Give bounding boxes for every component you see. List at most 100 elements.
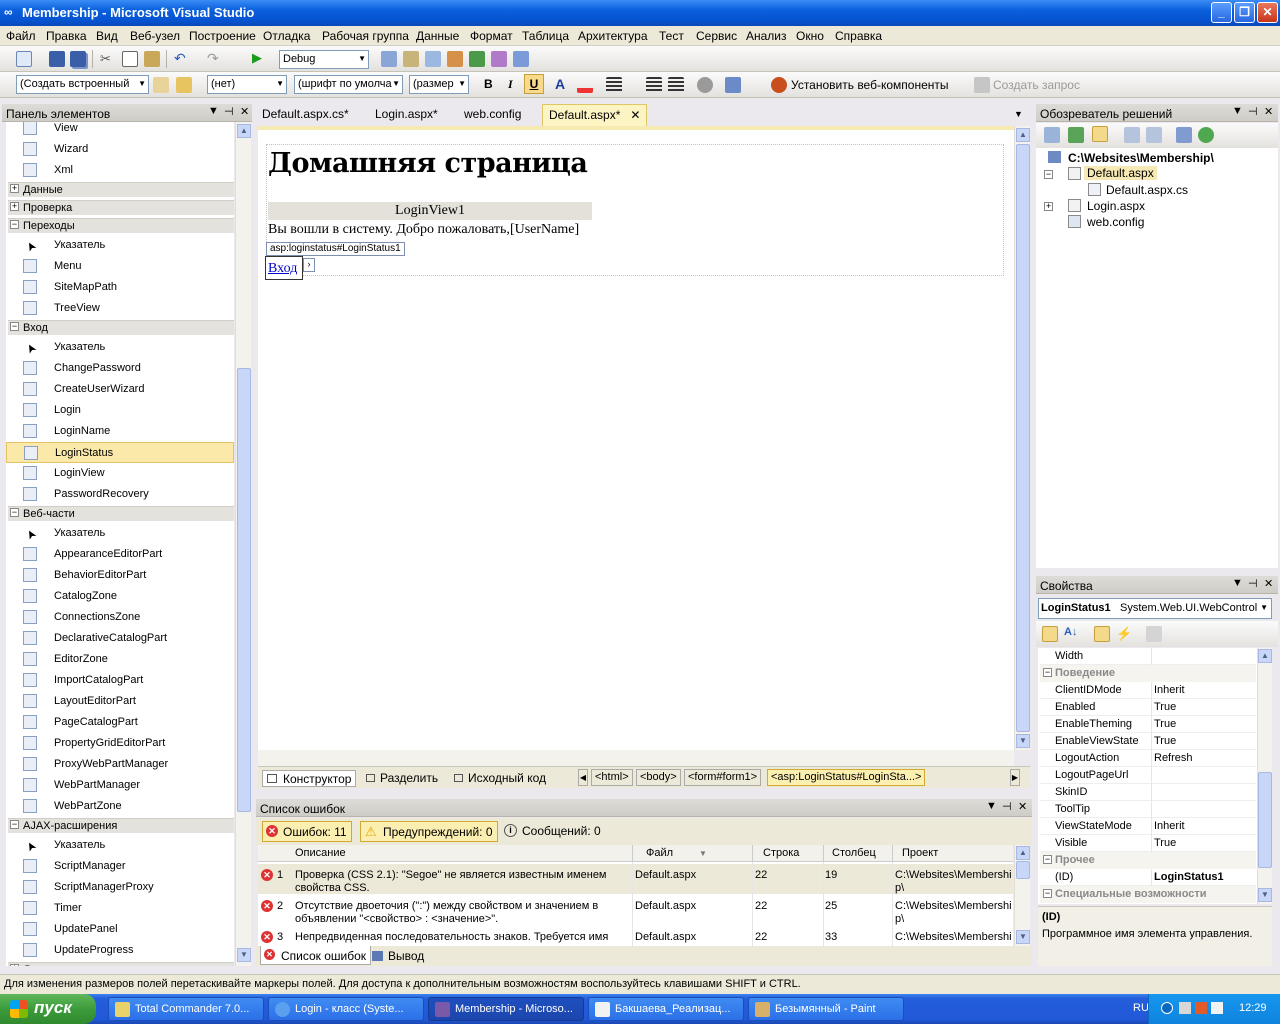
tab-default-aspx[interactable]: Default.aspx* ✕ (542, 104, 648, 126)
properties-view-icon[interactable] (1094, 626, 1110, 642)
toolbox-group[interactable]: − Вход (8, 320, 234, 335)
design-vscrollbar[interactable]: ▲ ▼ (1014, 126, 1030, 750)
alphabetical-icon[interactable]: A↓ (1064, 626, 1080, 642)
breadcrumb-right-icon[interactable]: ▶ (1010, 769, 1020, 786)
property-row[interactable]: Width (1040, 648, 1256, 665)
toolbox-item[interactable]: ConnectionsZone (6, 607, 234, 628)
close-icon[interactable]: ✕ (1264, 105, 1273, 118)
tree-default-aspx[interactable]: Default.aspx (1084, 166, 1157, 180)
collapse-icon[interactable]: − (1043, 668, 1052, 677)
scroll-thumb[interactable] (1258, 772, 1272, 868)
expand-icon[interactable]: + (10, 184, 19, 193)
toolbox-item[interactable]: WebPartManager (6, 775, 234, 796)
loginname-control[interactable]: [UserName] (510, 222, 579, 237)
minimize-button[interactable]: _ (1211, 2, 1232, 23)
designer-tab[interactable]: Конструктор (262, 770, 357, 787)
property-value[interactable]: Refresh (1154, 752, 1193, 764)
error-row[interactable]: ✕ 1 Проверка (CSS 2.1): "Segoe" не являе… (258, 864, 1013, 894)
redo-icon[interactable]: ↷ (207, 50, 223, 66)
dropdown-icon[interactable]: ▼ (1232, 577, 1243, 589)
task-visual-studio[interactable]: Membership - Microso... (428, 997, 584, 1021)
language-indicator[interactable]: RU (1133, 1002, 1149, 1014)
loginstatus-tag[interactable]: asp:loginstatus#LoginStatus1 (266, 242, 405, 256)
collapse-icon[interactable]: − (1043, 889, 1052, 898)
scroll-down-icon[interactable]: ▼ (1258, 888, 1272, 902)
numbering-icon[interactable] (668, 77, 684, 93)
property-category[interactable]: − Поведение (1040, 665, 1256, 682)
start-button[interactable]: пуск (0, 994, 96, 1024)
property-row[interactable]: ClientIDMode Inherit (1040, 682, 1256, 699)
pin-icon[interactable]: ⊣ (1002, 800, 1012, 813)
property-row[interactable]: (ID) LoginStatus1 (1040, 869, 1256, 886)
close-icon[interactable]: ✕ (1018, 800, 1027, 813)
property-row[interactable]: ToolTip (1040, 801, 1256, 818)
network-icon[interactable] (1179, 1002, 1191, 1014)
scroll-thumb[interactable] (1016, 144, 1030, 732)
scroll-up-icon[interactable]: ▲ (237, 124, 251, 138)
col-file[interactable]: Файл ▼ (646, 847, 707, 859)
task-paint[interactable]: Безымянный - Paint (748, 997, 904, 1021)
error-row[interactable]: ✕ 2 Отсутствие двоеточия (":") между сво… (258, 895, 1013, 925)
pin-icon[interactable]: ⊣ (1248, 577, 1258, 590)
toolbox-item[interactable]: ProxyWebPartManager (6, 754, 234, 775)
messages-filter[interactable]: i Сообщений: 0 (500, 821, 605, 842)
menu-debug[interactable]: Отладка (263, 29, 310, 43)
toolbox-group[interactable]: − AJAX-расширения (8, 818, 234, 833)
start-page-icon[interactable] (513, 51, 529, 67)
menu-architecture[interactable]: Архитектура (578, 29, 648, 43)
property-value[interactable]: Inherit (1154, 820, 1185, 832)
antivirus-icon[interactable] (1195, 1002, 1207, 1014)
view-designer-icon[interactable] (1146, 127, 1162, 143)
toolbox-item[interactable]: ➤ Указатель (6, 235, 234, 256)
menu-table[interactable]: Таблица (522, 29, 569, 43)
smart-tag-icon[interactable]: › (303, 258, 315, 272)
loginstatus-control[interactable]: Вход (265, 256, 303, 280)
properties-scrollbar[interactable]: ▲ ▼ (1257, 648, 1272, 904)
solution-root[interactable]: C:\Websites\Membership\ (1068, 151, 1214, 165)
tab-close-icon[interactable]: ✕ (630, 108, 640, 122)
property-row[interactable]: Enabled True (1040, 699, 1256, 716)
categorized-icon[interactable] (1042, 626, 1058, 642)
menu-build[interactable]: Построение (189, 29, 256, 43)
toolbox-item[interactable]: ScriptManagerProxy (6, 877, 234, 898)
breadcrumb-body[interactable]: <body> (636, 769, 681, 786)
scroll-down-icon[interactable]: ▼ (237, 948, 251, 962)
find-icon[interactable] (381, 51, 397, 67)
tab-login-aspx[interactable]: Login.aspx* (369, 104, 444, 124)
toolbox-item[interactable]: PasswordRecovery (6, 484, 234, 505)
property-category[interactable]: − Прочее (1040, 852, 1256, 869)
bold-button[interactable]: B (484, 77, 493, 91)
nest-files-icon[interactable] (1092, 126, 1108, 142)
toolbox-item[interactable]: TreeView (6, 298, 234, 319)
properties-icon[interactable] (403, 51, 419, 67)
toolbox-item[interactable]: WebPartZone (6, 796, 234, 817)
dropdown-icon[interactable]: ▼ (1232, 105, 1243, 117)
collapse-icon[interactable]: − (10, 220, 19, 229)
expand-icon[interactable]: + (10, 202, 19, 211)
scroll-thumb[interactable] (1016, 861, 1030, 879)
toolbox-item[interactable]: ImportCatalogPart (6, 670, 234, 691)
save-all-icon[interactable] (70, 51, 86, 67)
property-row[interactable]: LogoutAction Refresh (1040, 750, 1256, 767)
property-pages-icon[interactable] (1146, 626, 1162, 642)
highlight-icon[interactable] (577, 77, 593, 93)
scroll-down-icon[interactable]: ▼ (1016, 930, 1030, 944)
underline-button[interactable]: U (524, 74, 544, 94)
collapse-icon[interactable]: − (10, 508, 19, 517)
toolbox-item[interactable]: ➤ Указатель (6, 337, 234, 358)
create-query-button[interactable]: Создать запрос (993, 78, 1080, 92)
solution-explorer-icon[interactable] (425, 51, 441, 67)
tree-default-aspx-cs[interactable]: Default.aspx.cs (1106, 183, 1188, 197)
col-project[interactable]: Проект (902, 847, 938, 859)
pin-icon[interactable]: ⊣ (224, 105, 234, 118)
italic-button[interactable]: I (508, 77, 513, 92)
object-selector[interactable]: LoginStatus1 System.Web.UI.WebControl ▼ (1038, 598, 1272, 619)
breadcrumb-html[interactable]: <html> (591, 769, 633, 786)
toolbox-item[interactable]: PropertyGridEditorPart (6, 733, 234, 754)
collapse-icon[interactable]: − (1043, 855, 1052, 864)
tree-login-aspx[interactable]: Login.aspx (1087, 199, 1145, 213)
configuration-combo[interactable]: Debug ▼ (279, 50, 369, 69)
toolbox-item[interactable]: LoginView (6, 463, 234, 484)
toolbox-item[interactable]: Wizard (6, 139, 234, 160)
toolbox-item[interactable]: UpdatePanel (6, 919, 234, 940)
